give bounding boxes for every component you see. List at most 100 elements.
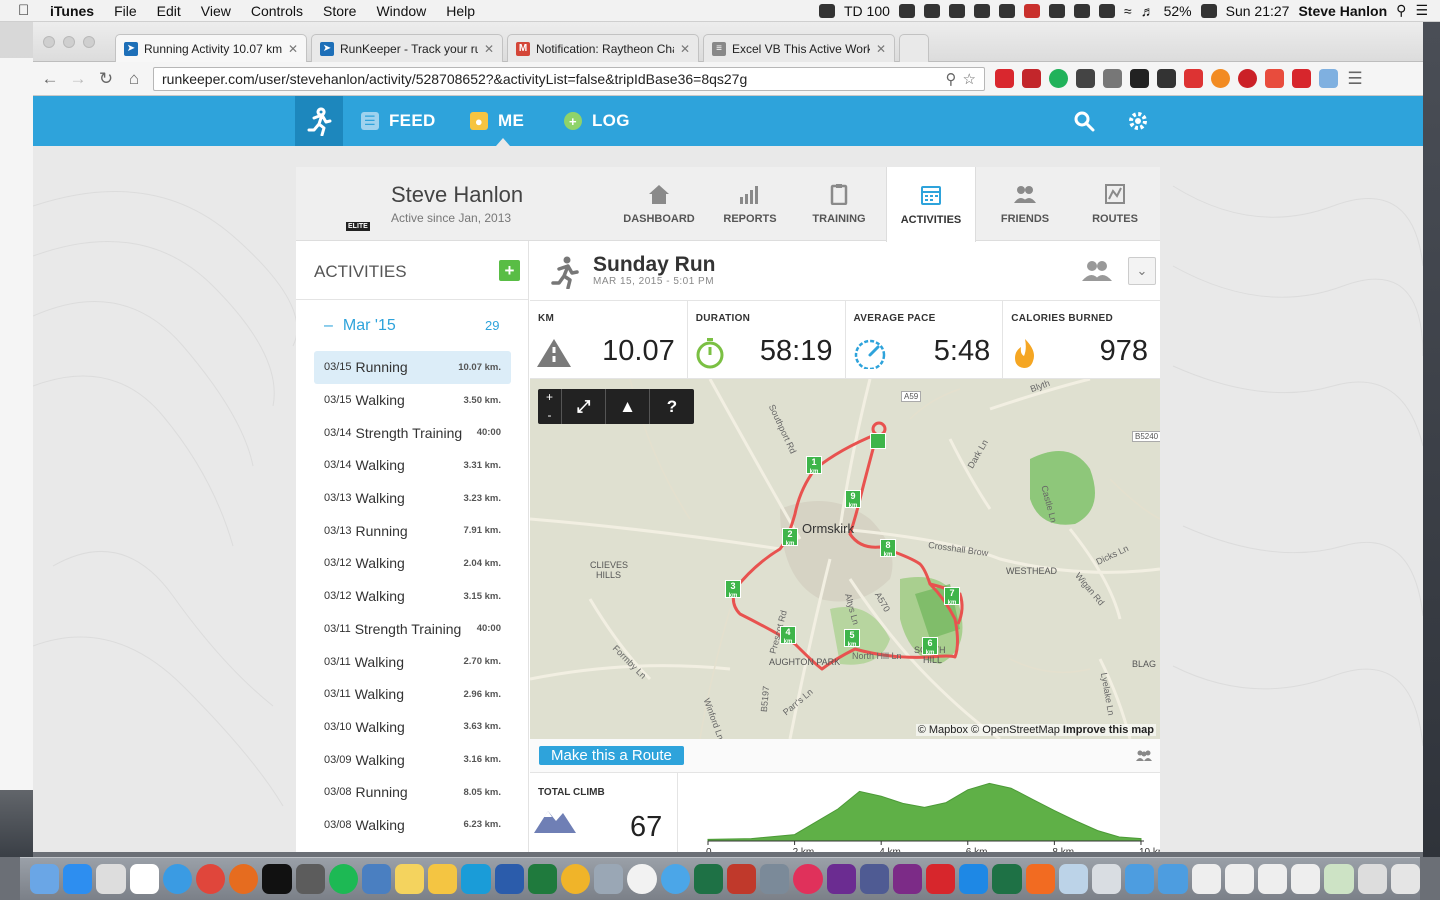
chat-icon[interactable]: [1073, 3, 1090, 18]
close-tab-icon[interactable]: ✕: [680, 42, 690, 56]
app-blue-icon[interactable]: [1058, 864, 1088, 894]
list-item[interactable]: 03/08 Running 8.05 km.: [314, 776, 511, 809]
pause-icon[interactable]: [1023, 3, 1040, 18]
route-map[interactable]: Ormskirk CLIEVES HILLS WESTHEAD AUGHTON …: [530, 379, 1160, 739]
close-tab-icon[interactable]: ✕: [288, 42, 298, 56]
menu-app-name[interactable]: iTunes: [40, 3, 104, 19]
extension-stop-icon[interactable]: [1022, 69, 1041, 88]
airplay-icon[interactable]: [1048, 3, 1065, 18]
document-4-icon[interactable]: [1291, 864, 1321, 894]
minimize-window-button[interactable]: [63, 36, 75, 48]
battery-icon[interactable]: [1200, 3, 1217, 18]
km-marker-2[interactable]: 2 km: [782, 528, 798, 547]
km-marker-7[interactable]: 7 km: [944, 587, 960, 606]
cloud-icon[interactable]: [973, 3, 990, 18]
profile-name[interactable]: Steve Hanlon: [391, 182, 523, 208]
stickies-icon[interactable]: [395, 864, 425, 894]
notification-bell-icon[interactable]: [818, 3, 835, 18]
list-item[interactable]: 03/11 Walking 2.96 km.: [314, 678, 511, 711]
app-s-icon[interactable]: [726, 864, 757, 894]
skype-icon[interactable]: [461, 864, 491, 894]
excel-3-icon[interactable]: [992, 864, 1022, 894]
spotify-icon[interactable]: [328, 864, 358, 894]
grammarly-icon[interactable]: [1049, 69, 1068, 88]
clock[interactable]: Sun 21:27: [1226, 3, 1290, 19]
php-icon[interactable]: [859, 864, 889, 894]
zoom-out-button[interactable]: -: [538, 407, 561, 425]
km-marker-4[interactable]: 4 km: [780, 626, 796, 645]
safari-icon[interactable]: [162, 864, 192, 894]
list-item[interactable]: 03/11 Walking 2.70 km.: [314, 645, 511, 678]
menu-help[interactable]: Help: [436, 3, 485, 19]
chrome-icon[interactable]: [195, 864, 226, 894]
tab-runkeeper-activity[interactable]: ➤ Running Activity 10.07 km ✕: [115, 34, 307, 62]
extension-lastpass-icon[interactable]: [1184, 69, 1203, 88]
user-name[interactable]: Steve Hanlon: [1298, 3, 1387, 19]
extension-d-icon[interactable]: [1157, 69, 1176, 88]
km-marker-5[interactable]: 5 km: [844, 629, 860, 648]
messages-icon[interactable]: [660, 864, 690, 894]
list-item[interactable]: 03/13 Running 7.91 km.: [314, 514, 511, 547]
people-icon[interactable]: [1136, 749, 1152, 761]
tab-training[interactable]: TRAINING: [794, 167, 884, 241]
launchpad-icon[interactable]: [96, 864, 126, 894]
search-icon[interactable]: [1072, 109, 1096, 133]
menu-controls[interactable]: Controls: [241, 3, 313, 19]
pinterest-icon[interactable]: [1238, 69, 1257, 88]
menu-store[interactable]: Store: [313, 3, 366, 19]
notification-center-icon[interactable]: ☰: [1415, 2, 1428, 19]
firefox-icon[interactable]: [229, 864, 259, 894]
wifi-icon[interactable]: ≈: [1124, 3, 1132, 19]
list-item[interactable]: 03/14 Strength Training 40:00: [314, 416, 511, 449]
tab-activities[interactable]: ACTIVITIES: [886, 167, 976, 242]
folder-icon[interactable]: [1092, 864, 1122, 894]
forward-arrow-icon[interactable]: →: [69, 69, 87, 89]
preview-icon[interactable]: [760, 864, 790, 894]
notes-icon[interactable]: [428, 864, 458, 894]
apple-icon[interactable]: : [18, 2, 40, 19]
list-item[interactable]: 03/14 Walking 3.31 km.: [314, 449, 511, 482]
spotlight-search-icon[interactable]: ⚲: [1396, 2, 1406, 19]
improve-map-link[interactable]: Improve this map: [1063, 724, 1154, 736]
km-marker-3[interactable]: 3 km: [725, 580, 741, 599]
word-icon[interactable]: [494, 864, 524, 894]
zoom-in-button[interactable]: +: [538, 389, 561, 407]
menu-window[interactable]: Window: [366, 3, 436, 19]
menu-view[interactable]: View: [191, 3, 241, 19]
address-bar[interactable]: runkeeper.com/user/stevehanlon/activity/…: [153, 66, 985, 91]
app-purple-icon[interactable]: [826, 864, 856, 894]
tab-dashboard[interactable]: DASHBOARD: [614, 167, 704, 241]
document-3-icon[interactable]: [1257, 864, 1288, 894]
document-icon[interactable]: [1191, 864, 1221, 894]
bookmark-star-icon[interactable]: ☆: [963, 70, 976, 88]
menu-file[interactable]: File: [104, 3, 147, 19]
dropbox-icon[interactable]: [998, 3, 1015, 18]
app-store-icon[interactable]: [63, 864, 93, 894]
menu-hamburger-icon[interactable]: ☰: [1346, 69, 1364, 89]
tab-gmail[interactable]: M Notification: Raytheon Cha ✕: [507, 34, 699, 62]
close-window-button[interactable]: [43, 36, 55, 48]
extension-td-icon[interactable]: [1292, 69, 1311, 88]
terminal-icon[interactable]: [262, 864, 292, 894]
home-icon[interactable]: [923, 3, 940, 18]
nav-log[interactable]: + LOG: [564, 96, 630, 146]
settings-gear-icon[interactable]: [1126, 109, 1150, 133]
evernote-extension-icon[interactable]: [1076, 69, 1095, 88]
new-tab-button[interactable]: [899, 34, 929, 62]
list-item[interactable]: 03/10 Walking 3.63 km.: [314, 711, 511, 744]
cast-icon[interactable]: [1103, 69, 1122, 88]
folder-blue-icon[interactable]: [1125, 864, 1155, 894]
list-item[interactable]: 03/11 Strength Training 40:00: [314, 613, 511, 646]
extension-orange-icon[interactable]: [1211, 69, 1230, 88]
km-marker-9[interactable]: 9 km: [845, 490, 861, 509]
document-2-icon[interactable]: [1224, 864, 1254, 894]
zoom-window-button[interactable]: [83, 36, 95, 48]
app-orange-icon[interactable]: [1025, 864, 1055, 894]
activity-options-dropdown[interactable]: ⌄: [1128, 257, 1156, 285]
evernote-icon[interactable]: [948, 3, 965, 18]
trash-icon[interactable]: [1390, 864, 1420, 894]
extension-red-icon[interactable]: [995, 69, 1014, 88]
friends-tag-icon[interactable]: [1082, 258, 1112, 282]
itunes-icon[interactable]: [793, 864, 823, 894]
menu-edit[interactable]: Edit: [147, 3, 191, 19]
